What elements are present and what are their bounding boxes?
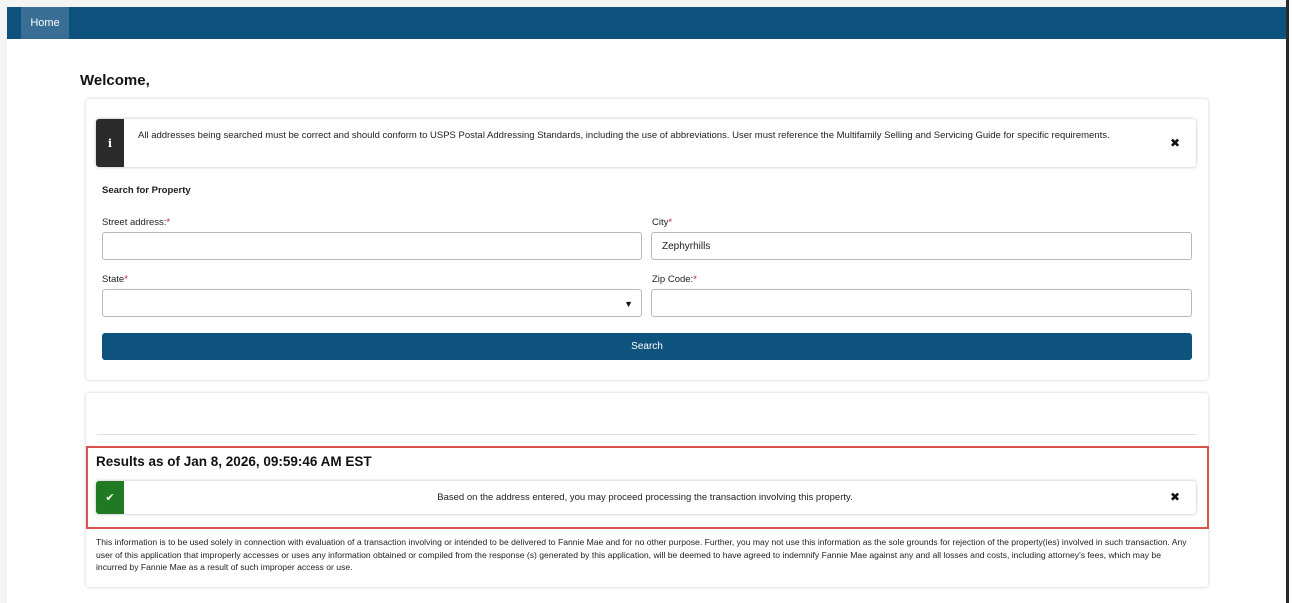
chevron-down-icon: ▼ [624, 299, 633, 309]
city-label: City* [652, 217, 672, 228]
street-address-input[interactable] [102, 232, 642, 260]
city-label-text: City [652, 217, 669, 228]
disclaimer-text: This information is to be used solely in… [96, 537, 1187, 572]
zip-label: Zip Code:* [652, 274, 697, 285]
street-label: Street address:* [102, 217, 170, 228]
street-label-text: Street address: [102, 217, 167, 228]
state-label: State* [102, 274, 128, 285]
success-alert-close-icon[interactable]: ✖ [1170, 490, 1180, 504]
street-required-mark: * [166, 217, 171, 228]
top-navbar: Home [7, 7, 1286, 39]
page-edge-top [0, 0, 1286, 7]
search-heading: Search for Property [102, 185, 191, 196]
nav-home-link[interactable]: Home [21, 7, 69, 39]
state-label-text: State [102, 274, 125, 285]
check-icon: ✔ [96, 481, 124, 514]
info-alert: i All addresses being searched must be c… [96, 119, 1196, 167]
zip-code-input[interactable] [651, 289, 1192, 317]
state-required-mark: * [124, 274, 128, 285]
page-edge-left [0, 0, 7, 603]
results-card: Results as of Jan 8, 2026, 09:59:46 AM E… [86, 393, 1209, 587]
window-edge [1286, 0, 1289, 603]
search-card: i All addresses being searched must be c… [86, 99, 1208, 380]
info-alert-close-icon[interactable]: ✖ [1170, 136, 1180, 150]
search-button[interactable]: Search [102, 333, 1192, 360]
success-alert-text: Based on the address entered, you may pr… [437, 492, 853, 503]
state-select[interactable]: ▼ [102, 289, 642, 317]
welcome-heading: Welcome, [80, 72, 150, 89]
city-required-mark: * [668, 217, 673, 228]
city-input[interactable] [651, 232, 1192, 260]
success-alert: ✔ Based on the address entered, you may … [96, 481, 1196, 514]
results-divider [97, 434, 1197, 435]
zip-label-text: Zip Code: [652, 274, 694, 285]
info-icon: i [96, 119, 124, 167]
info-alert-text: All addresses being searched must be cor… [138, 130, 1110, 141]
zip-required-mark: * [693, 274, 697, 285]
results-title: Results as of Jan 8, 2026, 09:59:46 AM E… [96, 454, 372, 469]
